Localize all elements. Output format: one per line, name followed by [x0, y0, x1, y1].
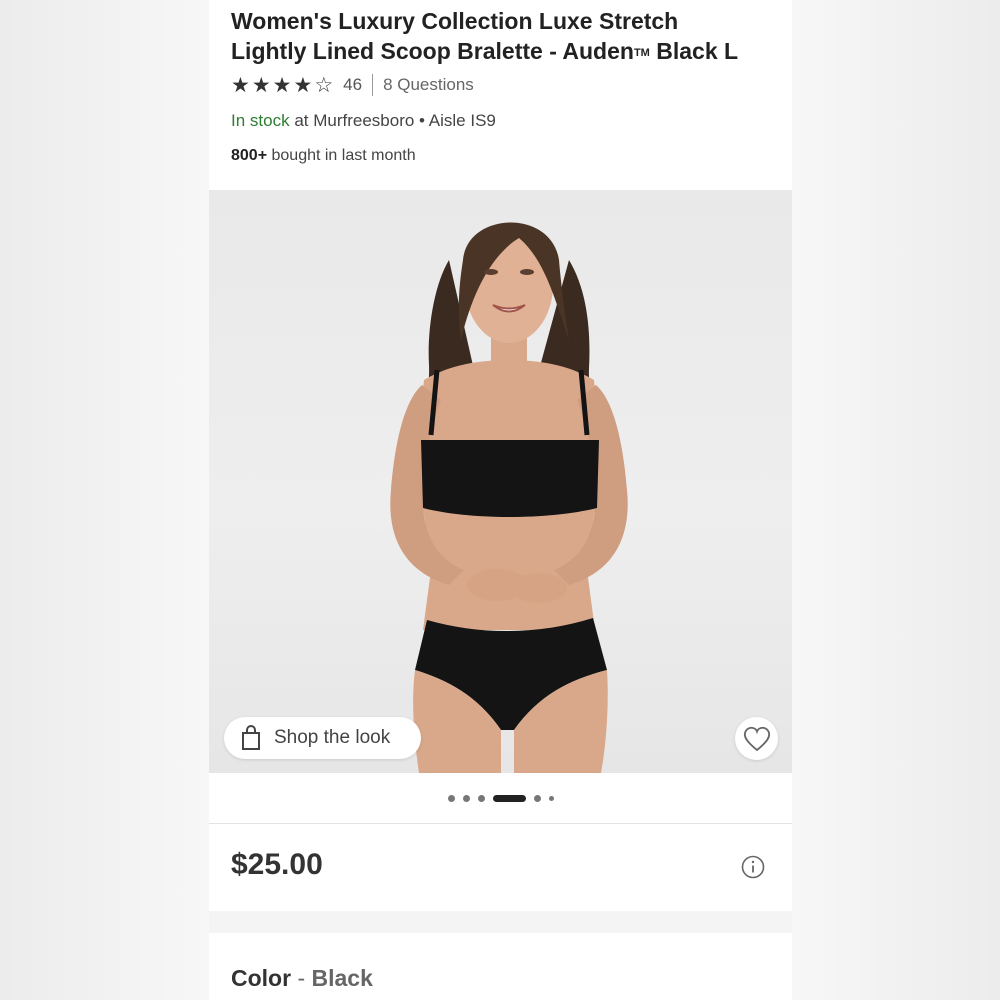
color-value: Black — [311, 965, 373, 991]
color-separator: - — [291, 965, 312, 991]
divider — [209, 823, 792, 824]
star-icon: ★ — [251, 73, 271, 97]
gallery-dot[interactable] — [462, 794, 470, 802]
stock-status-row: In stock at Murfreesboro • Aisle IS9 — [231, 111, 496, 131]
favorite-button[interactable] — [735, 717, 778, 760]
color-selector-heading: Color - Black — [231, 965, 373, 992]
rating-row: ★ ★ ★ ★ ☆ 46 8 Questions — [231, 72, 474, 98]
gallery-dot[interactable] — [447, 794, 455, 802]
star-empty-icon: ☆ — [314, 73, 334, 97]
gallery-dot[interactable] — [548, 795, 554, 801]
title-line-2: Lightly Lined Scoop Bralette - Auden — [231, 38, 634, 64]
star-icon: ★ — [231, 73, 250, 97]
title-line-1: Women's Luxury Collection Luxe Stretch — [231, 8, 679, 34]
model-photo-illustration — [390, 222, 628, 773]
questions-link[interactable]: 8 Questions — [383, 75, 474, 95]
store-location[interactable]: at Murfreesboro • Aisle IS9 — [290, 111, 496, 130]
stock-status: In stock — [231, 111, 290, 130]
color-label: Color — [231, 965, 292, 991]
bought-text: bought in last month — [267, 147, 416, 164]
title-size: Black L — [649, 38, 739, 64]
star-icon: ★ — [293, 73, 313, 97]
section-separator — [209, 911, 792, 933]
product-title: Women's Luxury Collection Luxe Stretch L… — [231, 6, 781, 68]
shop-the-look-label: Shop the look — [274, 727, 391, 748]
star-rating[interactable]: ★ ★ ★ ★ ☆ — [231, 75, 333, 96]
left-background — [0, 0, 209, 1000]
heart-icon — [743, 726, 770, 751]
gallery-pagination — [209, 790, 792, 806]
right-background — [792, 0, 1000, 1000]
review-count[interactable]: 46 — [343, 75, 362, 95]
bought-count: 800+ — [231, 147, 268, 164]
price: $25.00 — [231, 848, 323, 881]
info-icon[interactable] — [741, 855, 765, 879]
gallery-dot-active[interactable] — [492, 794, 526, 802]
product-image[interactable]: Shop the look — [209, 190, 792, 773]
divider — [372, 74, 374, 96]
star-icon: ★ — [272, 73, 292, 97]
gallery-dot[interactable] — [477, 794, 485, 802]
shop-the-look-button[interactable]: Shop the look — [224, 717, 421, 759]
product-page: Women's Luxury Collection Luxe Stretch L… — [209, 0, 792, 1000]
shopping-bag-icon — [242, 725, 260, 750]
gallery-dot[interactable] — [533, 794, 541, 802]
trademark: TM — [633, 46, 650, 59]
purchase-count-row: 800+ bought in last month — [231, 147, 416, 165]
